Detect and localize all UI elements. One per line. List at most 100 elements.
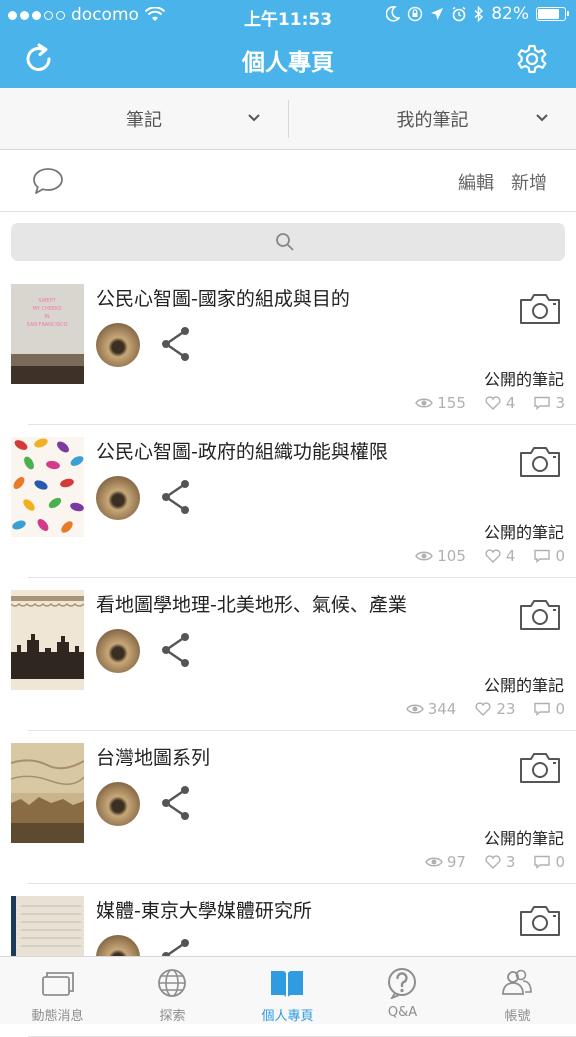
view-count: 97 (446, 853, 466, 871)
note-thumbnail (11, 437, 84, 537)
avatar[interactable] (96, 476, 140, 520)
camera-icon[interactable] (518, 445, 562, 479)
battery-percent: 82% (491, 4, 529, 24)
users-icon (502, 969, 532, 995)
eye-icon (405, 704, 424, 714)
share-icon[interactable] (159, 630, 193, 670)
location-icon (431, 8, 444, 20)
status-right: 82% (386, 4, 569, 24)
heart-icon[interactable] (484, 396, 502, 410)
note-scope-dropdown[interactable]: 我的筆記 (289, 88, 576, 150)
camera-icon[interactable] (518, 751, 562, 785)
tab-label: 帳號 (504, 1009, 531, 1024)
book-icon (271, 971, 303, 997)
note-stats: 344 23 0 (405, 700, 565, 718)
gear-icon[interactable] (514, 41, 550, 77)
bluetooth-icon (474, 6, 484, 22)
comment-count-icon[interactable] (533, 702, 551, 716)
tab-feed[interactable]: 動態消息 (0, 957, 115, 1025)
eye-icon (415, 398, 434, 408)
svg-text:SAN FRANCISCO: SAN FRANCISCO (27, 322, 68, 328)
comment-count: 0 (555, 853, 565, 871)
share-icon[interactable] (159, 324, 193, 364)
note-thumbnail (11, 590, 84, 690)
comment-count-icon[interactable] (533, 855, 551, 869)
note-list: SWEPT MY CHEEKS IN SAN FRANCISCO 公民心智圖-國… (0, 272, 576, 1037)
list-item[interactable]: 看地圖學地理-北美地形、氣候、產業 公開的筆記 344 23 0 (11, 578, 576, 731)
view-count: 155 (437, 394, 466, 412)
tab-label: 動態消息 (31, 1009, 84, 1024)
note-stats: 105 4 0 (415, 547, 565, 565)
page-title: 個人專頁 (242, 50, 334, 76)
eye-icon (415, 551, 434, 561)
list-item[interactable]: 台灣地圖系列 公開的筆記 97 3 0 (11, 731, 576, 884)
note-title[interactable]: 台灣地圖系列 (96, 743, 210, 770)
moon-icon (386, 6, 401, 22)
comment-count: 0 (555, 547, 565, 565)
note-stats: 155 4 3 (415, 394, 565, 412)
heart-icon[interactable] (474, 702, 492, 716)
tab-label: 個人專頁 (261, 1009, 314, 1024)
tab-qa[interactable]: Q&A (345, 957, 460, 1025)
camera-icon[interactable] (518, 598, 562, 632)
note-title[interactable]: 公民心智圖-政府的組織功能與權限 (96, 437, 388, 464)
note-type-dropdown[interactable]: 筆記 (0, 88, 288, 150)
comment-count: 0 (555, 700, 565, 718)
svg-text:IN: IN (44, 314, 49, 320)
comment-count: 3 (555, 394, 565, 412)
camera-icon[interactable] (518, 292, 562, 326)
comment-count-icon[interactable] (533, 549, 551, 563)
tab-account[interactable]: 帳號 (460, 957, 575, 1025)
camera-icon[interactable] (518, 904, 562, 938)
visibility-label: 公開的筆記 (483, 676, 564, 695)
tab-label: Q&A (387, 1005, 418, 1020)
note-title[interactable]: 公民心智圖-國家的組成與目的 (96, 284, 350, 311)
list-item[interactable]: 公民心智圖-政府的組織功能與權限 公開的筆記 105 4 0 (11, 425, 576, 578)
view-count: 344 (427, 700, 457, 718)
like-count: 3 (505, 853, 516, 871)
svg-text:SWEPT: SWEPT (38, 298, 56, 304)
visibility-label: 公開的筆記 (483, 523, 564, 542)
like-count: 23 (496, 700, 516, 718)
like-count: 4 (505, 394, 516, 412)
question-icon (388, 968, 416, 999)
search-icon (276, 233, 294, 251)
avatar[interactable] (96, 323, 140, 367)
avatar[interactable] (96, 629, 140, 673)
note-title[interactable]: 看地圖學地理-北美地形、氣候、產業 (96, 590, 407, 617)
share-icon[interactable] (159, 477, 193, 517)
avatar[interactable] (96, 782, 140, 826)
view-count: 105 (437, 547, 466, 565)
note-title[interactable]: 媒體-東京大學媒體研究所 (96, 896, 312, 923)
tab-explore[interactable]: 探索 (115, 957, 230, 1025)
comment-icon[interactable] (31, 166, 65, 196)
nav-bar: 個人專頁 (0, 30, 576, 88)
tab-label: 探索 (159, 1009, 186, 1024)
heart-icon[interactable] (484, 855, 502, 869)
edit-button[interactable]: 編輯 (458, 169, 494, 195)
note-thumbnail (11, 743, 84, 843)
note-type-label: 筆記 (126, 110, 162, 131)
heart-icon[interactable] (484, 549, 502, 563)
tab-bar: 動態消息 探索 個人專頁 Q&A 帳號 (0, 956, 576, 1024)
svg-text:MY CHEEKS: MY CHEEKS (33, 306, 62, 312)
alarm-icon (452, 6, 466, 22)
chevron-down-icon (248, 114, 260, 122)
status-bar: docomo 上午11:53 82% (0, 0, 576, 30)
orientation-lock-icon (408, 6, 423, 22)
chevron-down-icon (536, 114, 548, 122)
search-input[interactable] (11, 223, 565, 261)
list-item[interactable]: SWEPT MY CHEEKS IN SAN FRANCISCO 公民心智圖-國… (11, 272, 576, 425)
eye-icon (424, 857, 443, 867)
filter-bar: 筆記 我的筆記 (0, 88, 576, 150)
note-thumbnail: SWEPT MY CHEEKS IN SAN FRANCISCO (11, 284, 84, 384)
tab-profile[interactable]: 個人專頁 (230, 957, 345, 1025)
like-count: 4 (505, 547, 516, 565)
comment-count-icon[interactable] (533, 396, 551, 410)
add-button[interactable]: 新增 (511, 169, 547, 195)
note-stats: 97 3 0 (424, 853, 565, 871)
share-icon[interactable] (159, 783, 193, 823)
battery-icon (536, 7, 569, 21)
visibility-label: 公開的筆記 (483, 370, 564, 389)
note-scope-label: 我的筆記 (396, 110, 469, 131)
